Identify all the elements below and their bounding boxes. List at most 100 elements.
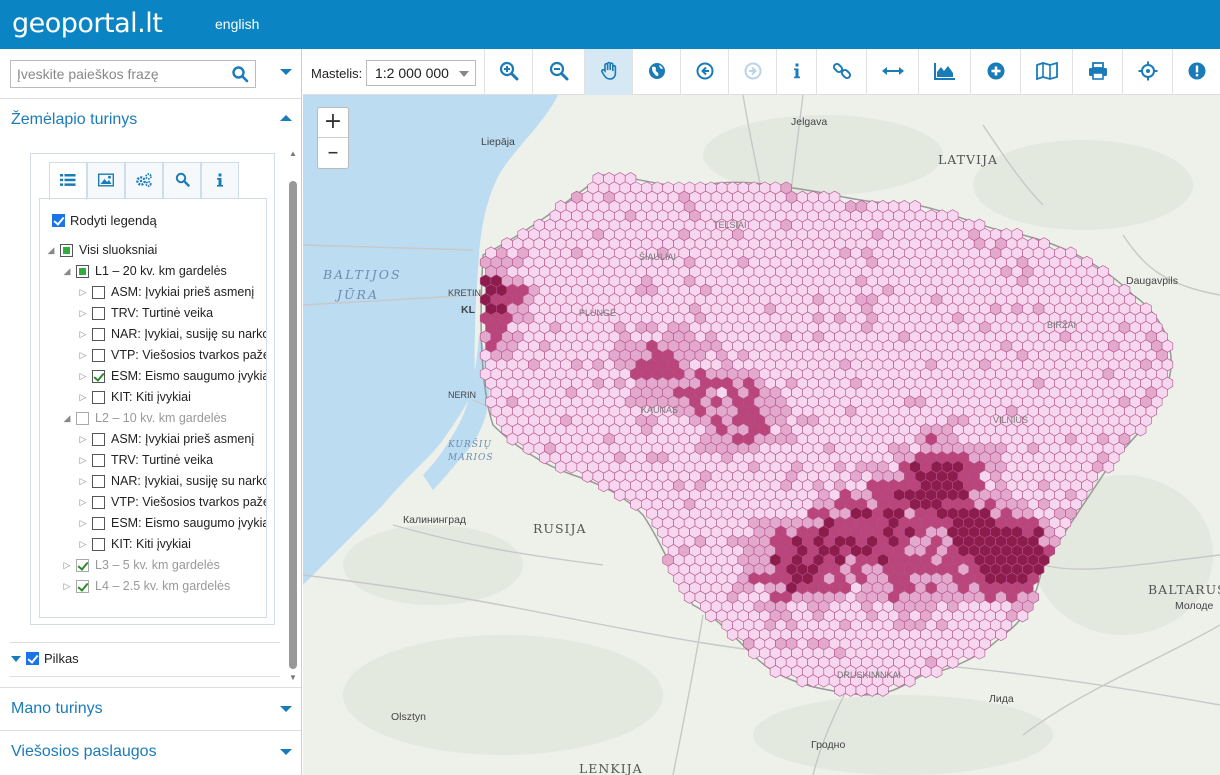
- show-legend-row[interactable]: Rodyti legendą: [52, 213, 157, 228]
- tree-expanded-icon[interactable]: ◢: [62, 266, 72, 277]
- tree-group-row[interactable]: ◢ L1 – 20 kv. km gardelės: [62, 262, 227, 280]
- group-checkbox[interactable]: [76, 264, 89, 278]
- basemap-button[interactable]: [1020, 49, 1072, 95]
- layer-checkbox[interactable]: [92, 432, 105, 446]
- tree-collapsed-icon[interactable]: ▷: [78, 329, 88, 340]
- tree-collapsed-icon[interactable]: ▷: [78, 350, 88, 361]
- vertical-scroll-thumb[interactable]: [289, 181, 297, 669]
- scale-select[interactable]: 1:2 000 000: [366, 60, 476, 86]
- map-view[interactable]: + – Jelgava Liepāja LATVIJA BALTIJOS JŪR…: [303, 95, 1220, 775]
- tree-collapsed-icon[interactable]: ▷: [78, 518, 88, 529]
- scroll-up-icon[interactable]: ▲: [289, 149, 297, 158]
- print-button[interactable]: [1072, 49, 1122, 95]
- expand-chevron-down-icon[interactable]: [280, 749, 292, 755]
- my-content-panel-header[interactable]: Mano turinys: [0, 687, 301, 729]
- tree-collapsed-icon[interactable]: ▷: [78, 308, 88, 319]
- tree-collapsed-icon[interactable]: ▷: [78, 539, 88, 550]
- link-button[interactable]: [816, 49, 866, 95]
- tree-collapsed-icon[interactable]: ▷: [78, 392, 88, 403]
- map-zoom-out-button[interactable]: –: [318, 139, 348, 169]
- tree-collapsed-icon[interactable]: ▷: [78, 371, 88, 382]
- tree-item-row[interactable]: ▷ KIT: Kiti įvykiai: [78, 535, 191, 553]
- tree-root-row[interactable]: ◢ Visi sluoksniai: [46, 241, 158, 259]
- layer-checkbox[interactable]: [92, 306, 105, 320]
- map-content-panel-header[interactable]: Žemėlapio turinys: [0, 98, 301, 140]
- tab-info[interactable]: [201, 162, 239, 199]
- tab-image[interactable]: [87, 162, 125, 199]
- tree-item-row[interactable]: ▷ TRV: Turtinė veika: [78, 451, 214, 469]
- vertical-scrollbar[interactable]: ▲ ▼: [288, 149, 298, 684]
- locate-button[interactable]: [1122, 49, 1172, 95]
- tree-group-row[interactable]: ◢ L2 – 10 kv. km gardelės: [62, 409, 227, 427]
- tree-expanded-icon[interactable]: ◢: [62, 413, 72, 424]
- map-canvas[interactable]: [303, 95, 1220, 775]
- tree-group-row[interactable]: ▷ L4 – 2.5 kv. km gardelės: [62, 577, 231, 595]
- layer-checkbox[interactable]: [92, 474, 105, 488]
- layer-checkbox[interactable]: [92, 285, 105, 299]
- tree-item-row[interactable]: ▷ ESM: Eismo saugumo įvykiai: [78, 514, 266, 532]
- identify-button[interactable]: [776, 49, 816, 95]
- tree-item-label: ASM: Įvykiai prieš asmenį: [111, 285, 255, 299]
- layer-checkbox[interactable]: [92, 516, 105, 530]
- tree-collapsed-icon[interactable]: ▷: [78, 476, 88, 487]
- tree-item-label: KIT: Kiti įvykiai: [111, 537, 191, 551]
- layer-checkbox[interactable]: [92, 348, 105, 362]
- report-problem-button[interactable]: [1172, 49, 1220, 95]
- add-data-button[interactable]: [970, 49, 1020, 95]
- tree-item-row[interactable]: ▷ VTP: Viešosios tvarkos pažeidimai: [78, 493, 266, 511]
- tree-collapsed-icon[interactable]: ▷: [78, 434, 88, 445]
- tree-collapsed-icon[interactable]: ▷: [78, 287, 88, 298]
- measure-button[interactable]: [866, 49, 918, 95]
- group-checkbox-checked[interactable]: [76, 558, 89, 572]
- tab-settings[interactable]: [125, 162, 163, 199]
- tree-item-row[interactable]: ▷ ESM: Eismo saugumo įvykiai: [78, 367, 266, 385]
- layer-checkbox[interactable]: [92, 537, 105, 551]
- full-extent-button[interactable]: [632, 49, 680, 95]
- tree-collapsed-icon[interactable]: ▷: [62, 581, 72, 592]
- tree-expanded-icon[interactable]: ◢: [46, 245, 56, 256]
- layer-checkbox[interactable]: [92, 495, 105, 509]
- basemap-row[interactable]: Pilkas: [11, 651, 79, 666]
- layer-checkbox[interactable]: [92, 327, 105, 341]
- scroll-down-icon[interactable]: ▼: [289, 673, 297, 682]
- tree-item-row[interactable]: ▷ TRV: Turtinė veika: [78, 304, 214, 322]
- expand-chevron-down-icon[interactable]: [280, 706, 292, 712]
- tree-item-row[interactable]: ▷ NAR: Įvykiai, susiję su narkotikais: [78, 325, 266, 343]
- tab-search[interactable]: [163, 162, 201, 199]
- search-icon[interactable]: [231, 65, 249, 83]
- group-checkbox-checked[interactable]: [76, 579, 89, 593]
- layer-checkbox[interactable]: [92, 453, 105, 467]
- zoom-in-button[interactable]: [484, 49, 532, 95]
- show-legend-checkbox[interactable]: [52, 214, 65, 227]
- tree-item-row[interactable]: ▷ ASM: Įvykiai prieš asmenį: [78, 430, 255, 448]
- map-zoom-in-button[interactable]: +: [318, 108, 348, 138]
- tab-legend-list[interactable]: [49, 162, 87, 200]
- search-options-chevron-down-icon[interactable]: [280, 69, 292, 75]
- tree-collapsed-icon[interactable]: ▷: [78, 497, 88, 508]
- basemap-chevron-down-icon[interactable]: [11, 655, 21, 662]
- tree-item-row[interactable]: ▷ NAR: Įvykiai, susiję su narkotikais: [78, 472, 266, 490]
- tree-group-row[interactable]: ▷ L3 – 5 kv. km gardelės: [62, 556, 220, 574]
- layer-checkbox[interactable]: [92, 390, 105, 404]
- zoom-out-button[interactable]: [532, 49, 584, 95]
- tree-collapsed-icon[interactable]: ▷: [62, 560, 72, 571]
- profile-button[interactable]: [918, 49, 970, 95]
- layer-checkbox-checked[interactable]: [92, 369, 105, 383]
- map-sea-label: JŪRA: [337, 287, 379, 302]
- collapse-chevron-up-icon[interactable]: [280, 115, 292, 121]
- tree-item-row[interactable]: ▷ ASM: Įvykiai prieš asmenį: [78, 283, 255, 301]
- hexbin-cell: [904, 674, 916, 688]
- basemap-checkbox[interactable]: [26, 652, 39, 665]
- tree-item-row[interactable]: ▷ VTP: Viešosios tvarkos pažeidimai: [78, 346, 266, 364]
- next-extent-button[interactable]: [728, 49, 776, 95]
- tree-collapsed-icon[interactable]: ▷: [78, 455, 88, 466]
- geoportal-logo[interactable]: geoportal.lt: [12, 8, 163, 39]
- public-services-panel-header[interactable]: Viešosios paslaugos: [0, 730, 301, 775]
- language-link[interactable]: english: [215, 16, 259, 32]
- pan-button[interactable]: [584, 49, 632, 95]
- search-input[interactable]: [11, 61, 226, 87]
- root-checkbox[interactable]: [60, 243, 73, 257]
- group-checkbox[interactable]: [76, 411, 89, 425]
- previous-extent-button[interactable]: [680, 49, 728, 95]
- tree-item-row[interactable]: ▷ KIT: Kiti įvykiai: [78, 388, 191, 406]
